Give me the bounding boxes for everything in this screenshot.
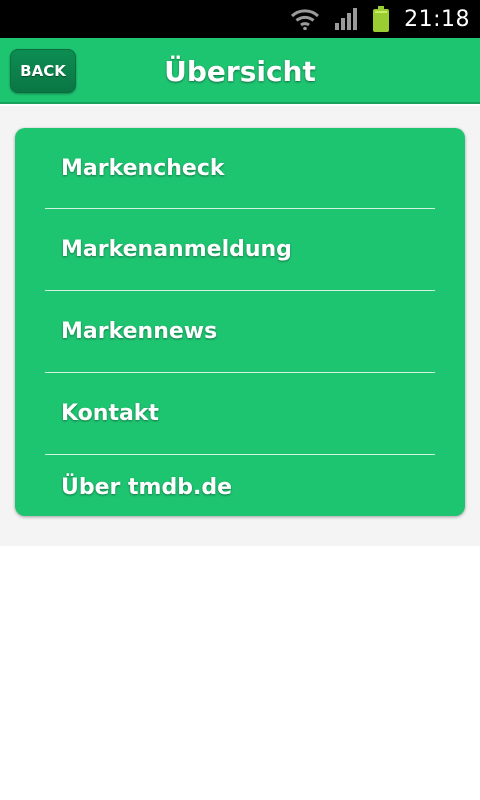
status-bar: 21:18 — [0, 0, 480, 38]
back-button[interactable]: BACK — [10, 49, 76, 93]
menu-item-markenanmeldung[interactable]: Markenanmeldung — [15, 209, 465, 290]
signal-icon — [335, 8, 358, 30]
menu-item-ueber-tmdb[interactable]: Über tmdb.de — [15, 455, 465, 516]
title-bar: BACK Übersicht — [0, 38, 480, 104]
menu-item-kontakt[interactable]: Kontakt — [15, 373, 465, 454]
overview-menu: Markencheck Markenanmeldung Markennews K… — [15, 128, 465, 516]
menu-item-markennews[interactable]: Markennews — [15, 291, 465, 372]
page-title: Übersicht — [164, 54, 316, 88]
menu-item-markencheck[interactable]: Markencheck — [15, 128, 465, 208]
status-clock: 21:18 — [404, 6, 470, 32]
wifi-icon — [291, 9, 320, 30]
battery-icon — [373, 6, 390, 32]
content-area: Markencheck Markenanmeldung Markennews K… — [0, 106, 480, 546]
